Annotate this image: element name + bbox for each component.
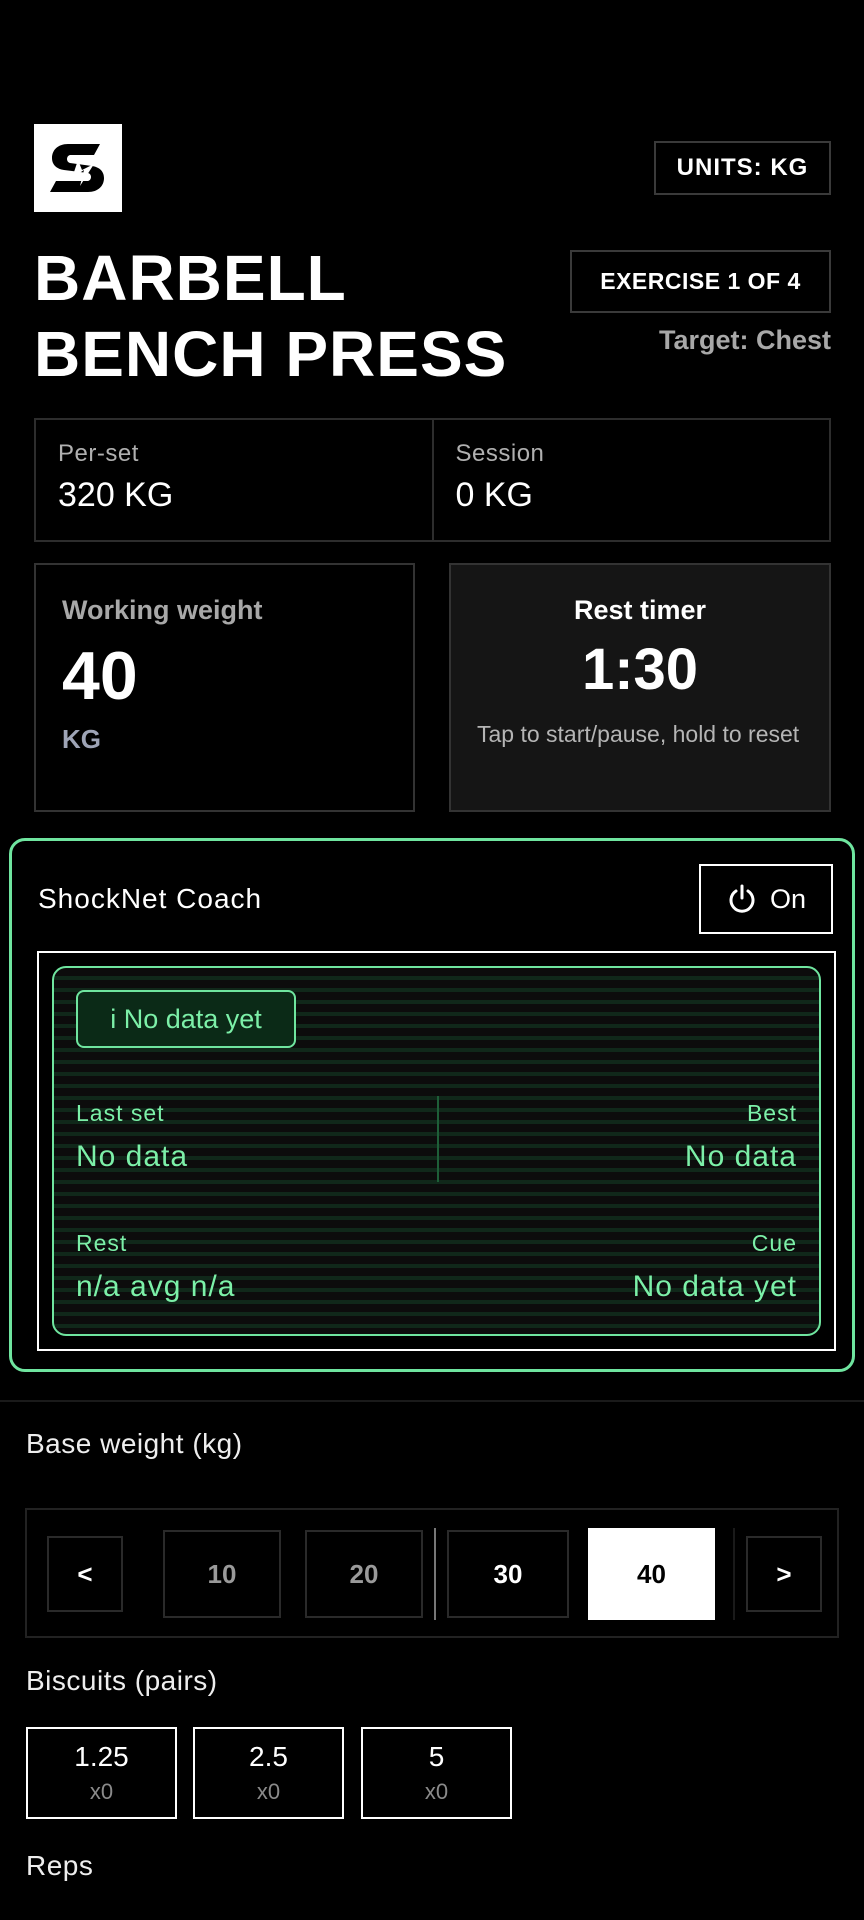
stat-divider bbox=[437, 1096, 439, 1182]
biscuit-value: 5 bbox=[428, 1741, 445, 1772]
biscuit-value: 2.5 bbox=[249, 1741, 288, 1772]
target-muscle-label: Target: Chest bbox=[658, 325, 831, 355]
working-weight-value: 40 bbox=[62, 638, 138, 714]
biscuits-label: Biscuits (pairs) bbox=[26, 1665, 218, 1696]
coach-power-toggle[interactable]: On bbox=[699, 864, 833, 934]
working-weight-unit: KG bbox=[62, 724, 101, 754]
rest-timer-value: 1:30 bbox=[581, 637, 699, 702]
session-value: 0 KG bbox=[455, 476, 533, 514]
rest-stat-label: Rest bbox=[76, 1230, 128, 1256]
coach-toggle-label: On bbox=[769, 883, 807, 914]
working-weight-card: Working weight 40 KG bbox=[34, 563, 415, 812]
app-logo bbox=[34, 124, 122, 212]
biscuit-5-button[interactable]: 5 x0 bbox=[361, 1727, 512, 1819]
section-divider bbox=[0, 1400, 864, 1402]
per-set-value: 320 KG bbox=[58, 476, 174, 514]
last-set-label: Last set bbox=[76, 1100, 165, 1126]
working-weight-label: Working weight bbox=[62, 595, 263, 625]
weight-option-10[interactable]: 10 bbox=[163, 1530, 281, 1618]
coach-panel: ShockNet Coach On i No data yet Last set… bbox=[9, 838, 855, 1372]
rest-stat-value: n/a avg n/a bbox=[76, 1270, 236, 1303]
session-label: Session bbox=[455, 440, 545, 467]
next-weight-button[interactable]: > bbox=[746, 1536, 822, 1612]
status-chip: i No data yet bbox=[76, 990, 296, 1048]
reps-label: Reps bbox=[26, 1850, 94, 1881]
coach-screen: i No data yet Last set No data Best No d… bbox=[52, 966, 821, 1336]
session-stat: Session 0 KG bbox=[431, 420, 830, 540]
cue-value: No data yet bbox=[632, 1270, 797, 1303]
biscuit-1-25-button[interactable]: 1.25 x0 bbox=[26, 1727, 177, 1819]
biscuit-value: 1.25 bbox=[74, 1741, 129, 1772]
picker-edge bbox=[733, 1528, 735, 1620]
last-set-value: No data bbox=[76, 1140, 189, 1173]
per-set-label: Per-set bbox=[58, 440, 139, 467]
rest-timer-button[interactable]: Rest timer 1:30 Tap to start/pause, hold… bbox=[449, 563, 831, 812]
power-icon bbox=[729, 884, 755, 913]
biscuit-count: x0 bbox=[89, 1779, 114, 1804]
exercise-title-line2: BENCH PRESS bbox=[34, 318, 508, 390]
cue-label: Cue bbox=[751, 1230, 797, 1256]
rest-timer-hint: Tap to start/pause, hold to reset bbox=[477, 721, 800, 747]
exercise-title: BARBELL BENCH PRESS bbox=[34, 240, 554, 392]
biscuit-count: x0 bbox=[424, 1779, 449, 1804]
units-toggle-button[interactable]: UNITS: KG bbox=[654, 141, 831, 195]
volume-stats: Per-set 320 KG Session 0 KG bbox=[34, 418, 831, 542]
coach-title: ShockNet Coach bbox=[38, 883, 263, 914]
base-weight-picker: < 10 20 30 40 > bbox=[25, 1508, 839, 1638]
exercise-progress-badge[interactable]: EXERCISE 1 OF 4 bbox=[570, 250, 831, 313]
weight-option-40[interactable]: 40 bbox=[588, 1528, 715, 1620]
prev-weight-button[interactable]: < bbox=[47, 1536, 123, 1612]
coach-display-frame: i No data yet Last set No data Best No d… bbox=[37, 951, 836, 1351]
bolt-s-logo-icon bbox=[50, 144, 104, 192]
picker-center-marker bbox=[434, 1528, 436, 1620]
base-weight-label: Base weight (kg) bbox=[26, 1428, 243, 1459]
per-set-stat: Per-set 320 KG bbox=[36, 420, 432, 540]
weight-option-20[interactable]: 20 bbox=[305, 1530, 423, 1618]
rest-timer-label: Rest timer bbox=[573, 595, 707, 625]
exercise-title-line1: BARBELL bbox=[34, 242, 347, 314]
weight-option-30[interactable]: 30 bbox=[447, 1530, 569, 1618]
best-value: No data bbox=[684, 1140, 797, 1173]
biscuit-count: x0 bbox=[256, 1779, 281, 1804]
best-label: Best bbox=[746, 1100, 797, 1126]
biscuit-2-5-button[interactable]: 2.5 x0 bbox=[193, 1727, 344, 1819]
